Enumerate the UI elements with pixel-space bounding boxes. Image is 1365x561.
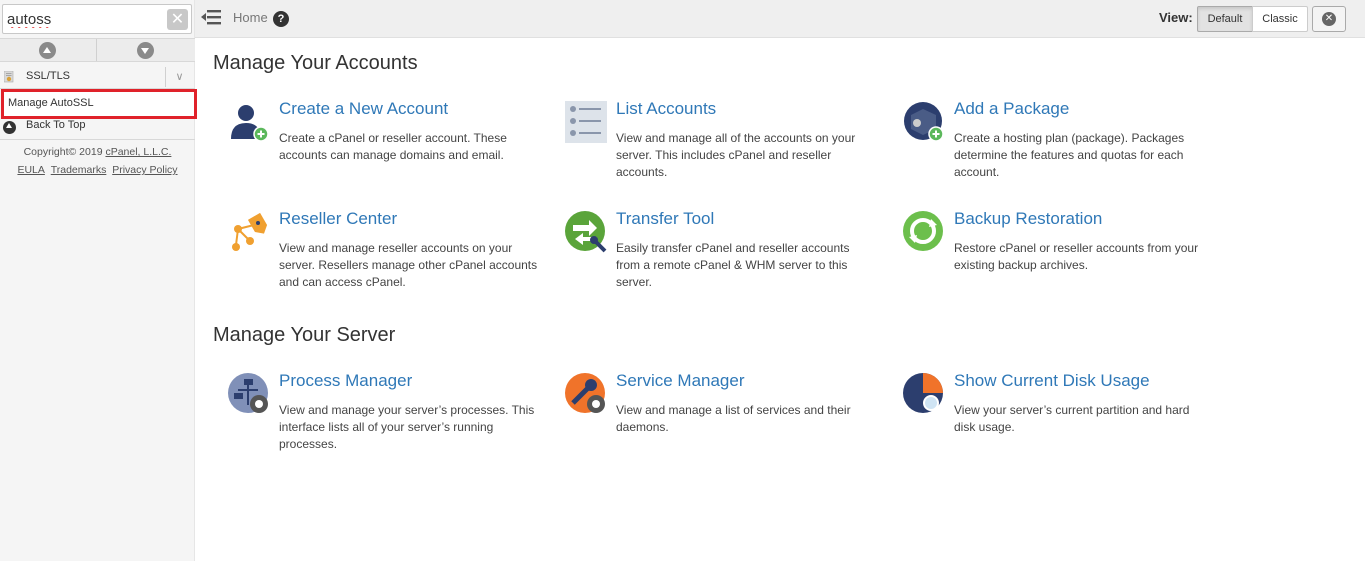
search-box: ✕ [2, 4, 192, 34]
tile-description: Create a hosting plan (package). Package… [954, 131, 1185, 179]
back-to-top-label: Back To Top [26, 119, 86, 131]
tile-description: View and manage a list of services and t… [616, 403, 851, 434]
privacy-policy-link[interactable]: Privacy Policy [112, 164, 177, 176]
package-add-icon [904, 102, 944, 142]
search-input[interactable] [7, 9, 157, 29]
tile-title[interactable]: Add a Package [954, 99, 1069, 119]
tile-title[interactable]: Service Manager [616, 371, 745, 391]
sidebar-category-ssl-tls[interactable]: SSL/TLS ∨ [0, 64, 195, 89]
collapse-menu-icon[interactable] [201, 9, 221, 25]
tile-title[interactable]: Show Current Disk Usage [954, 371, 1150, 391]
trademarks-link[interactable]: Trademarks [51, 164, 107, 176]
service-manager-icon [565, 373, 605, 413]
close-icon: ✕ [1322, 12, 1336, 26]
chevron-down-icon[interactable]: ∨ [165, 67, 193, 87]
next-button[interactable] [98, 39, 195, 61]
view-classic-button[interactable]: Classic [1252, 6, 1308, 32]
user-add-icon [231, 105, 269, 142]
tile-description: Easily transfer cPanel and reseller acco… [616, 241, 850, 289]
section-title-accounts: Manage Your Accounts [213, 52, 418, 74]
disk-usage-icon [903, 373, 944, 416]
back-to-top-link[interactable]: Back To Top [0, 118, 195, 140]
copyright-footer: Copyright© 2019 cPanel, L.L.C. EULA Trad… [0, 143, 195, 179]
tile-title[interactable]: Process Manager [279, 371, 412, 391]
list-accounts-icon [565, 101, 607, 143]
section-title-server: Manage Your Server [213, 324, 396, 346]
top-bar: Home ? View: Default Classic ✕ [195, 0, 1365, 38]
sidebar-item-label: Manage AutoSSL [8, 97, 94, 109]
copyright-text: Copyright© 2019 [23, 146, 103, 158]
tile-title[interactable]: Create a New Account [279, 99, 448, 119]
sidebar-item-manage-autossl[interactable]: Manage AutoSSL [1, 89, 197, 119]
certificate-icon [4, 71, 14, 83]
sidebar-nav-arrows [0, 38, 195, 62]
arrow-down-icon [137, 42, 154, 59]
tile-title[interactable]: Backup Restoration [954, 209, 1102, 229]
tile-description: View and manage reseller accounts on you… [279, 241, 538, 289]
process-manager-icon [228, 373, 268, 413]
eula-link[interactable]: EULA [17, 164, 44, 176]
sidebar-category-label: SSL/TLS [26, 70, 71, 82]
home-breadcrumb[interactable]: Home [233, 10, 268, 25]
tile-description: Restore cPanel or reseller accounts from… [954, 241, 1199, 272]
tile-title[interactable]: Transfer Tool [616, 209, 714, 229]
view-label: View: [1159, 10, 1193, 25]
tile-description: View and manage all of the accounts on y… [616, 131, 856, 179]
tile-description: View your server’s current partition and… [954, 403, 1190, 434]
arrow-up-circle-icon [3, 121, 16, 134]
backup-restore-icon [903, 211, 943, 251]
transfer-tool-icon [565, 211, 607, 253]
previous-button[interactable] [0, 39, 97, 61]
view-default-button[interactable]: Default [1197, 6, 1253, 32]
close-button[interactable]: ✕ [1312, 6, 1346, 32]
tile-description: View and manage your server’s processes.… [279, 403, 535, 451]
help-icon[interactable]: ? [273, 11, 289, 27]
tile-description: Create a cPanel or reseller account. The… [279, 131, 507, 162]
reseller-network-icon [232, 212, 268, 251]
tile-title[interactable]: Reseller Center [279, 209, 397, 229]
arrow-up-icon [39, 42, 56, 59]
tile-title[interactable]: List Accounts [616, 99, 716, 119]
company-link[interactable]: cPanel, L.L.C. [105, 146, 171, 158]
sidebar: ✕ SSL/TLS ∨ Manage AutoSSL Back To Top C… [0, 0, 197, 561]
clear-search-icon[interactable]: ✕ [167, 9, 188, 30]
